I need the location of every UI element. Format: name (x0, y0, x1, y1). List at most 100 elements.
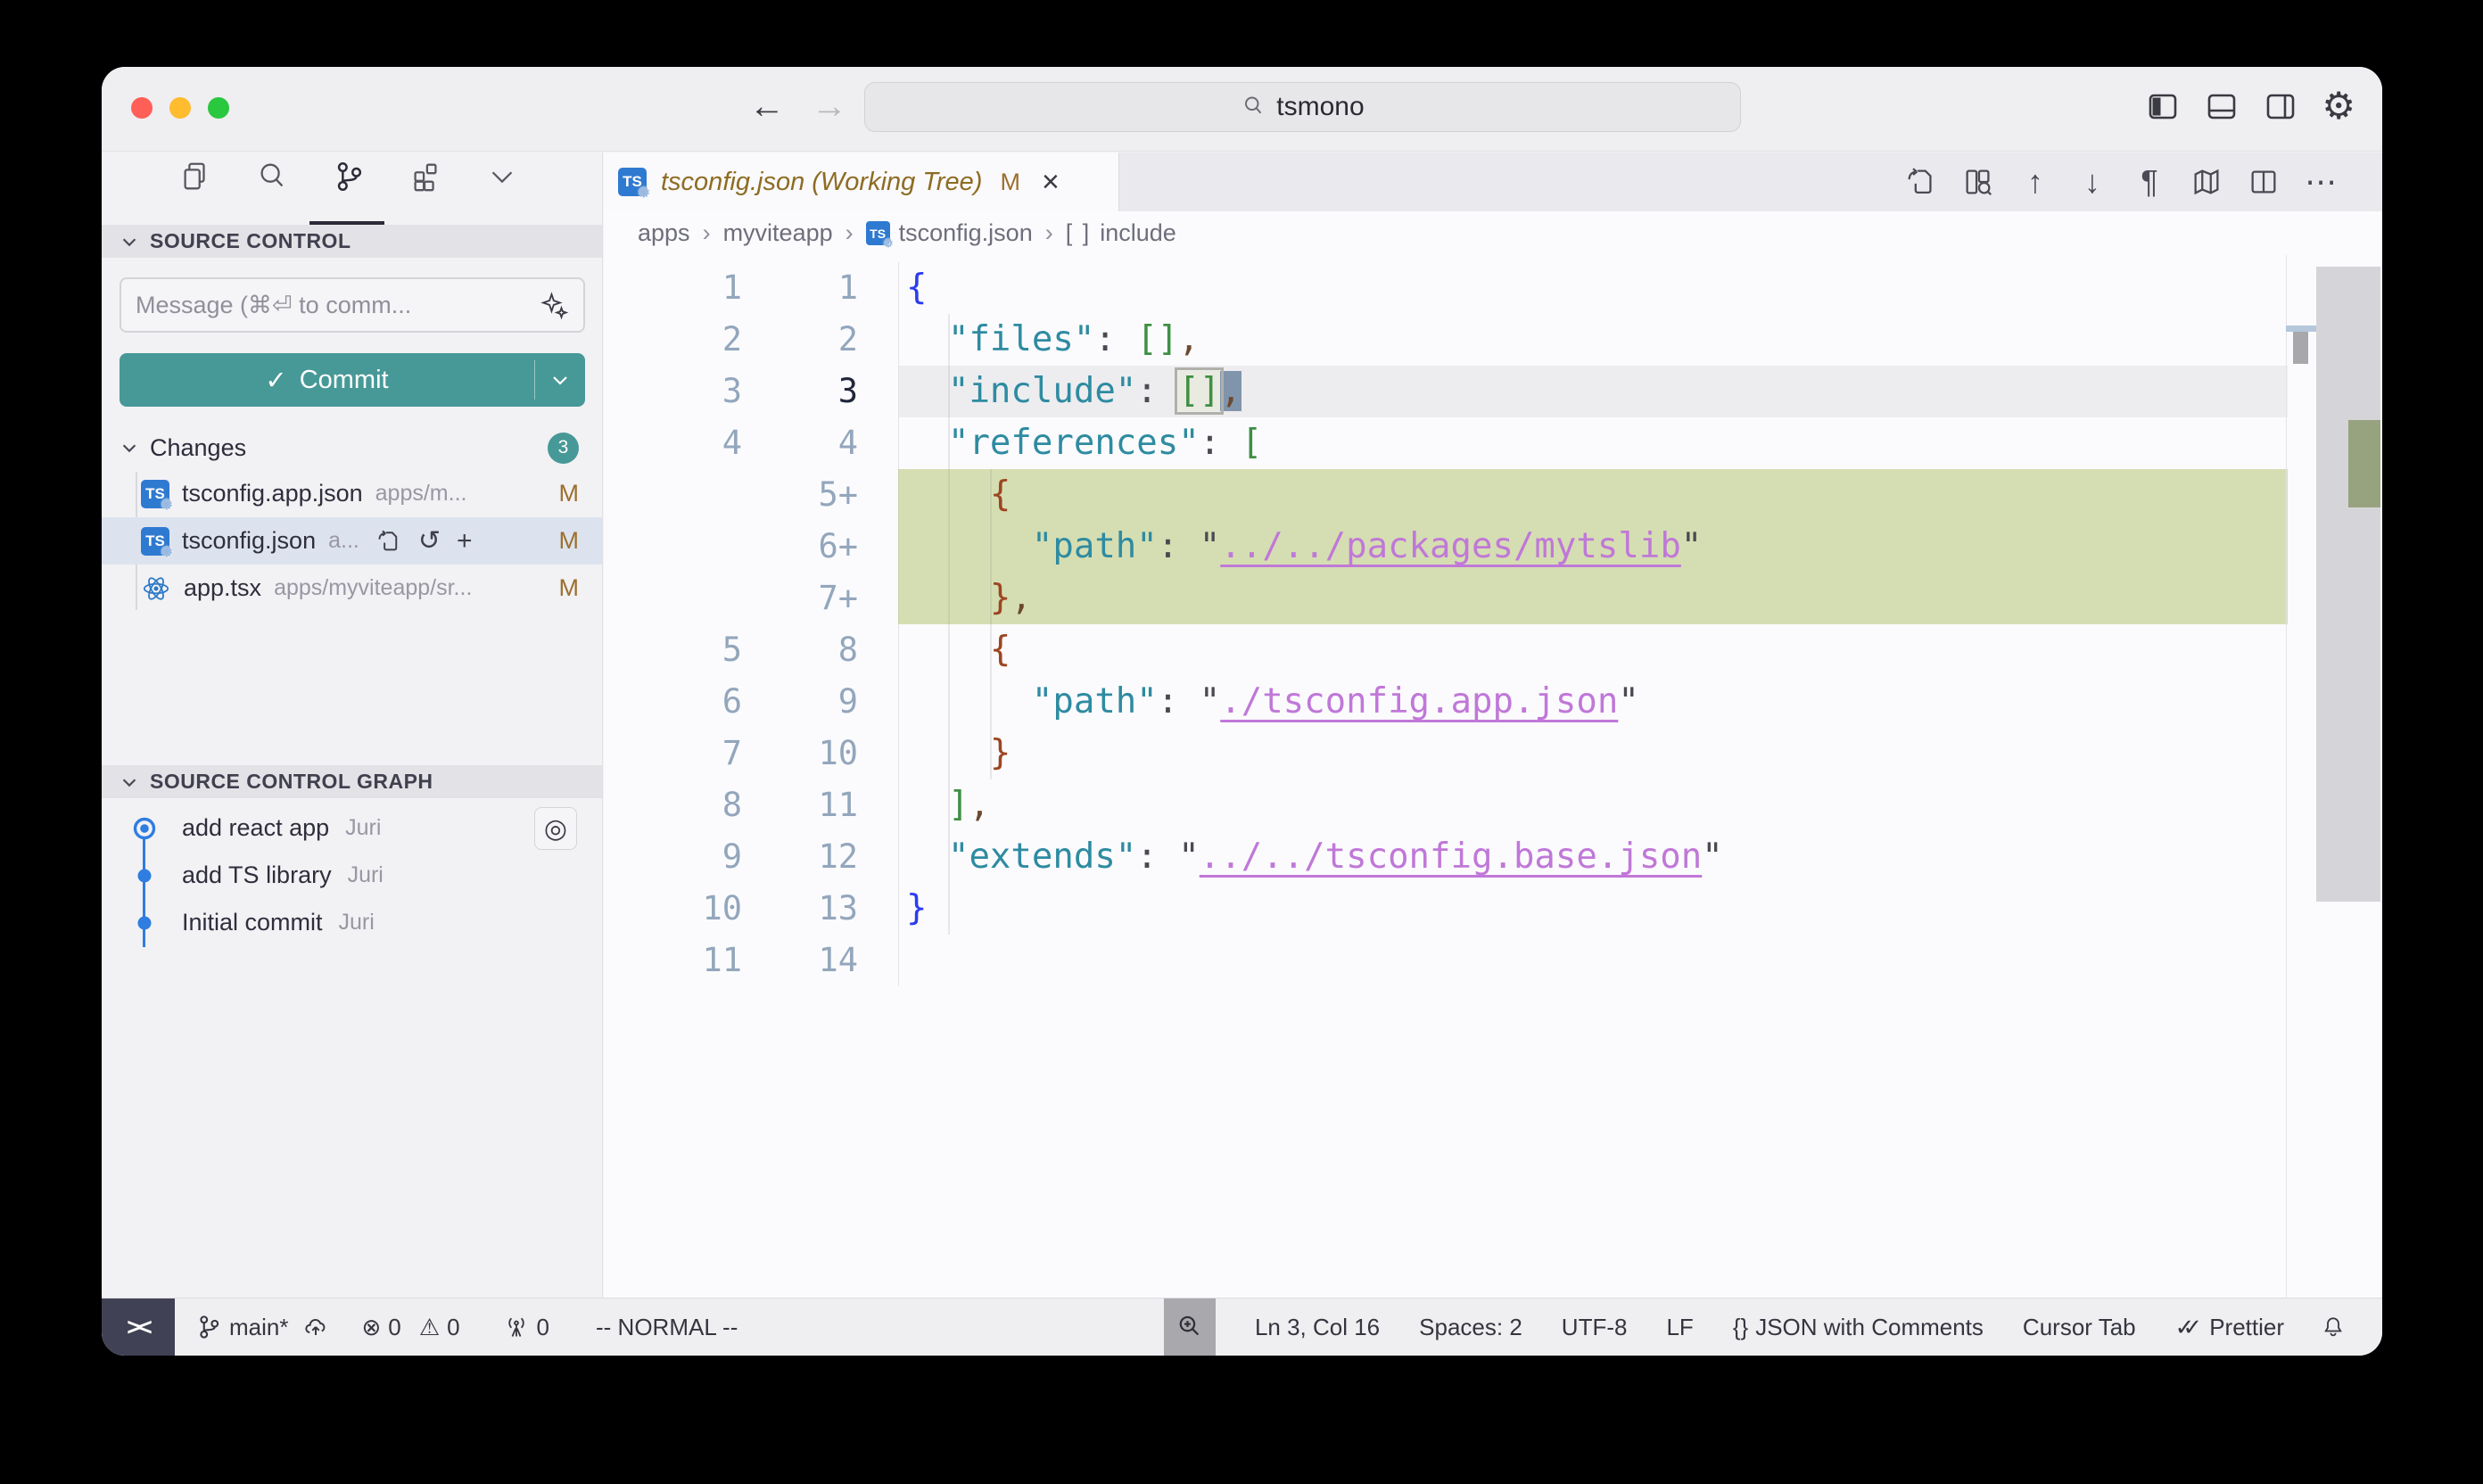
code-line-6[interactable]: 6+ "path": "../../packages/mytslib" (604, 521, 2382, 573)
layout-panel-icon[interactable] (2204, 88, 2240, 124)
original-line-number[interactable]: 8 (604, 779, 742, 831)
back-icon[interactable]: ← (746, 87, 788, 127)
modified-line-number[interactable]: 5+ (742, 469, 858, 521)
map-icon[interactable] (2190, 165, 2223, 199)
editor-scrollbar[interactable] (2316, 267, 2380, 902)
original-line-number[interactable]: 5 (604, 624, 742, 676)
cursor-position-indicator[interactable]: Ln 3, Col 16 (1255, 1314, 1380, 1341)
traffic-light-minimize[interactable] (169, 97, 191, 119)
commit-dropdown-button[interactable] (535, 369, 585, 391)
modified-line-number[interactable]: 14 (742, 935, 858, 986)
indentation-indicator[interactable]: Spaces: 2 (1419, 1314, 1522, 1341)
original-line-number[interactable] (604, 573, 742, 624)
original-line-number[interactable]: 6 (604, 676, 742, 728)
search-view-icon[interactable] (255, 160, 289, 194)
breadcrumb-item-tsconfig.json[interactable]: TStsconfig.json (866, 219, 1033, 247)
breadcrumb-item-apps[interactable]: apps (638, 219, 690, 247)
code-content[interactable]: "files": [], (898, 314, 2288, 366)
modified-line-number[interactable]: 3 (742, 366, 858, 417)
remote-indicator[interactable]: >< (102, 1298, 175, 1356)
changed-file-row-tsconfig.app.json[interactable]: TStsconfig.app.jsonapps/m...M (102, 470, 602, 517)
code-content[interactable]: "path": "./tsconfig.app.json" (898, 676, 2288, 728)
code-content[interactable]: { (898, 262, 2288, 314)
code-content[interactable]: { (898, 624, 2288, 676)
modified-line-number[interactable]: 13 (742, 883, 858, 935)
copilot-sparkle-icon[interactable] (539, 290, 569, 320)
modified-line-number[interactable]: 2 (742, 314, 858, 366)
stage-changes-icon[interactable]: + (457, 528, 473, 555)
code-line-2[interactable]: 22 "files": [], (604, 314, 2382, 366)
code-content[interactable]: "extends": "../../tsconfig.base.json" (898, 831, 2288, 883)
vim-mode-indicator[interactable]: -- NORMAL -- (596, 1314, 738, 1341)
commit-message-box[interactable] (120, 277, 585, 333)
pilcrow-icon[interactable]: ¶ (2132, 165, 2166, 199)
ports-indicator[interactable]: 0 (503, 1314, 549, 1341)
language-mode-indicator[interactable]: {} JSON with Comments (1733, 1314, 1984, 1341)
original-line-number[interactable]: 7 (604, 728, 742, 779)
modified-line-number[interactable]: 1 (742, 262, 858, 314)
commit-row[interactable]: add TS libraryJuri (102, 852, 602, 899)
original-line-number[interactable]: 10 (604, 883, 742, 935)
source-control-icon[interactable] (332, 160, 366, 194)
more-actions-icon[interactable]: ⋯ (2304, 165, 2338, 199)
encoding-indicator[interactable]: UTF-8 (1562, 1314, 1628, 1341)
source-control-graph-header[interactable]: SOURCE CONTROL GRAPH (102, 765, 602, 798)
breadcrumb-item-include[interactable]: [ ]include (1066, 219, 1176, 247)
original-line-number[interactable] (604, 469, 742, 521)
traffic-light-maximize[interactable] (208, 97, 229, 119)
commit-button[interactable]: ✓ Commit (120, 353, 585, 407)
code-line-7[interactable]: 7+ }, (604, 573, 2382, 624)
original-line-number[interactable]: 2 (604, 314, 742, 366)
code-line-8[interactable]: 58 { (604, 624, 2382, 676)
extensions-icon[interactable] (408, 160, 442, 194)
modified-line-number[interactable]: 11 (742, 779, 858, 831)
close-icon[interactable]: × (1042, 165, 1060, 200)
command-center-search[interactable]: tsmono (864, 82, 1741, 132)
code-line-10[interactable]: 710 } (604, 728, 2382, 779)
open-file-icon[interactable] (1904, 165, 1938, 199)
modified-line-number[interactable]: 6+ (742, 521, 858, 573)
code-content[interactable]: "include": [], (898, 366, 2288, 417)
formatter-indicator[interactable]: ✓✓ Prettier (2175, 1314, 2284, 1341)
original-line-number[interactable]: 11 (604, 935, 742, 986)
code-line-13[interactable]: 1013} (604, 883, 2382, 935)
code-content[interactable]: ], (898, 779, 2288, 831)
source-control-section-header[interactable]: SOURCE CONTROL (102, 225, 602, 258)
commit-row[interactable]: Initial commitJuri (102, 899, 602, 946)
layout-sidebar-right-icon[interactable] (2263, 88, 2298, 124)
code-content[interactable]: "path": "../../packages/mytslib" (898, 521, 2288, 573)
code-line-1[interactable]: 11 { (604, 262, 2382, 314)
code-content[interactable]: { (898, 469, 2288, 521)
traffic-light-close[interactable] (131, 97, 153, 119)
changed-file-row-tsconfig.json[interactable]: TStsconfig.jsona... ↺ +M (102, 517, 602, 565)
code-content[interactable]: } (898, 883, 2288, 935)
code-content[interactable]: }, (898, 573, 2288, 624)
modified-line-number[interactable]: 9 (742, 676, 858, 728)
code-line-12[interactable]: 912 "extends": "../../tsconfig.base.json… (604, 831, 2382, 883)
tab-tsconfig-working-tree[interactable]: TS tsconfig.json (Working Tree) M × (604, 153, 1119, 211)
diff-editor[interactable]: 11{22 "files": [],33 "include": [],44 "r… (604, 255, 2382, 1298)
code-line-5[interactable]: 5+ { (604, 469, 2382, 521)
layout-sidebar-left-icon[interactable] (2145, 88, 2181, 124)
cursor-tab-indicator[interactable]: Cursor Tab (2023, 1314, 2136, 1341)
next-change-icon[interactable]: ↓ (2075, 165, 2109, 199)
more-views-chevron-icon[interactable] (485, 160, 519, 194)
branch-indicator[interactable]: main* (195, 1314, 329, 1341)
modified-line-number[interactable]: 8 (742, 624, 858, 676)
modified-line-number[interactable]: 7+ (742, 573, 858, 624)
original-line-number[interactable]: 1 (604, 262, 742, 314)
eol-indicator[interactable]: LF (1666, 1314, 1693, 1341)
discard-changes-icon[interactable]: ↺ (418, 528, 441, 555)
original-line-number[interactable]: 9 (604, 831, 742, 883)
commit-row[interactable]: add react appJuri◎ (102, 804, 602, 852)
original-line-number[interactable]: 3 (604, 366, 742, 417)
original-line-number[interactable]: 4 (604, 417, 742, 469)
code-line-9[interactable]: 69 "path": "./tsconfig.app.json" (604, 676, 2382, 728)
split-editor-icon[interactable] (2247, 165, 2281, 199)
commit-message-input[interactable] (136, 292, 539, 319)
checkout-bullseye-button[interactable]: ◎ (534, 807, 577, 850)
problems-indicator[interactable]: ⊗ 0 ⚠ 0 (361, 1314, 459, 1341)
breadcrumb-item-myviteapp[interactable]: myviteapp (723, 219, 833, 247)
original-line-number[interactable] (604, 521, 742, 573)
inline-view-icon[interactable] (1961, 165, 1995, 199)
